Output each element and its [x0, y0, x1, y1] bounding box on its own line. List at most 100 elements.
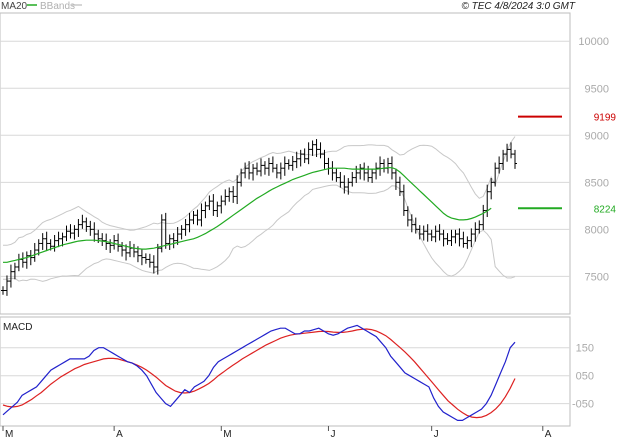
ohlc-bar — [255, 162, 260, 176]
x-tick-label: J — [330, 429, 335, 440]
ohlc-bar — [421, 225, 426, 241]
ohlc-bar — [251, 163, 256, 181]
x-axis: MAMJJA — [2, 426, 552, 440]
ohlc-bar — [405, 206, 410, 227]
ohlc-bar — [441, 229, 446, 247]
macd-lines — [2, 324, 516, 421]
macd-tick-label: 050 — [576, 371, 594, 383]
ohlc-bar — [92, 222, 97, 242]
ohlc-bar — [207, 195, 212, 211]
ohlc-bar — [465, 236, 470, 249]
ohlc-bar — [147, 253, 152, 268]
ohlc-bar — [397, 176, 402, 196]
ohlc-bar — [473, 222, 478, 242]
price-candles — [1, 139, 517, 296]
price-y-axis: 10000 9500 9000 8500 8000 7500 — [578, 36, 609, 283]
x-tick-label: A — [116, 429, 123, 440]
x-tick-label: J — [434, 429, 439, 440]
ohlc-bar — [143, 253, 148, 264]
price-tick-label: 7500 — [585, 271, 609, 283]
ohlc-bar — [290, 155, 295, 171]
ohlc-bar — [191, 211, 196, 225]
ohlc-bar — [481, 204, 486, 231]
ohlc-bar — [64, 225, 69, 242]
ohlc-bar — [116, 233, 121, 252]
ohlc-bar — [425, 224, 430, 242]
ohlc-bar — [231, 186, 236, 203]
ohlc-bar — [497, 156, 502, 174]
ohlc-bar — [223, 189, 228, 206]
ohlc-bar — [362, 162, 367, 181]
ohlc-bar — [286, 159, 291, 170]
ohlc-bar — [298, 149, 303, 167]
ohlc-bar — [227, 187, 232, 202]
ohlc-bar — [20, 252, 25, 268]
ohlc-bar — [366, 165, 371, 182]
support-level-label: 8224 — [594, 204, 617, 215]
ohlc-bar — [338, 171, 343, 188]
bbands-lower-line — [3, 184, 516, 282]
ohlc-bar — [326, 157, 331, 175]
ohlc-bar — [258, 158, 263, 177]
ohlc-bar — [302, 148, 307, 164]
ohlc-bar — [40, 233, 45, 250]
ohlc-bar — [350, 171, 355, 187]
x-tick-label: A — [545, 429, 552, 440]
macd-line — [2, 324, 516, 421]
ohlc-bar — [385, 157, 390, 174]
macd-tick-label: -050 — [572, 399, 594, 411]
ohlc-bar — [354, 165, 359, 183]
ohlc-bar — [167, 234, 172, 250]
ohlc-bar — [219, 195, 224, 214]
ohlc-bar — [112, 234, 117, 250]
ma-legend-label: MA20 — [1, 1, 28, 12]
macd-panel-frame — [0, 316, 571, 427]
ohlc-bar — [128, 241, 133, 258]
ohlc-bar — [139, 248, 144, 266]
ohlc-bar — [195, 209, 200, 226]
price-levels: 9199 8224 — [518, 113, 617, 215]
ohlc-bar — [72, 225, 77, 240]
price-tick-label: 9500 — [585, 83, 609, 95]
ohlc-bar — [449, 229, 454, 246]
ohlc-bar — [108, 239, 113, 253]
price-tick-label: 8000 — [585, 224, 609, 236]
ohlc-bar — [211, 194, 216, 216]
ohlc-bar — [437, 224, 442, 241]
ohlc-bar — [52, 234, 57, 252]
ohlc-bar — [318, 142, 323, 159]
ohlc-bar — [266, 157, 271, 176]
macd-tick-label: 150 — [576, 343, 594, 355]
ohlc-bar — [282, 156, 287, 176]
ohlc-bar — [453, 229, 458, 244]
ohlc-bar — [334, 168, 339, 182]
ohlc-bar — [179, 225, 184, 240]
ohlc-bar — [151, 255, 156, 274]
ohlc-bar — [270, 156, 275, 173]
ohlc-bar — [120, 242, 125, 257]
ohlc-bar — [310, 140, 315, 156]
ohlc-bar — [278, 162, 283, 180]
ohlc-bar — [100, 233, 105, 246]
ohlc-bar — [215, 201, 220, 218]
ohlc-bar — [274, 163, 279, 179]
macd-y-axis: 150 050 -050 — [572, 343, 594, 411]
x-tick-label: M — [223, 429, 231, 440]
ohlc-bar — [239, 168, 244, 187]
ohlc-bar — [1, 286, 5, 295]
macd-panel-title: MACD — [3, 322, 32, 333]
ohlc-bar — [76, 218, 81, 237]
stock-chart: MA20 BBands © TEC 4/8/2024 3:0 GMT MACD … — [0, 1, 617, 440]
ohlc-bar — [262, 161, 267, 175]
ohlc-bar — [374, 162, 379, 180]
ohlc-bar — [370, 168, 375, 183]
ohlc-bar — [131, 243, 136, 258]
copyright-timestamp: © TEC 4/8/2024 3:0 GMT — [461, 1, 575, 12]
price-tick-label: 8500 — [585, 177, 609, 189]
ohlc-bar — [429, 229, 434, 242]
ohlc-bar — [183, 218, 188, 236]
ohlc-bar — [28, 250, 33, 266]
ohlc-bar — [163, 212, 168, 249]
ohlc-bar — [171, 233, 176, 249]
ohlc-bar — [445, 233, 450, 245]
